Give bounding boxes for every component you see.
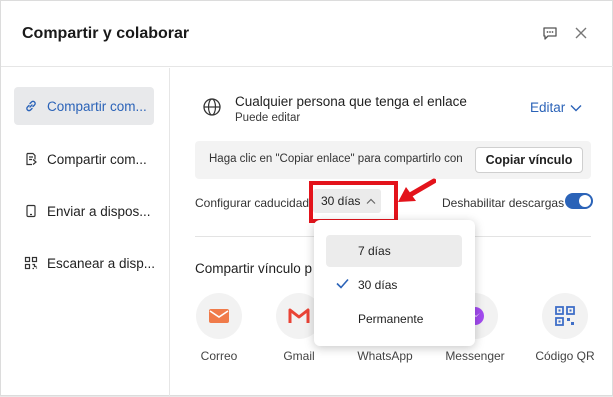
share-qr-button[interactable]: Código QR — [525, 293, 605, 363]
checkmark-icon — [336, 278, 349, 292]
expiry-label: Configurar caducidad — [195, 196, 310, 210]
expiry-option-label: 7 días — [358, 244, 391, 258]
feedback-icon[interactable] — [540, 23, 560, 43]
link-icon — [24, 99, 38, 113]
qr-scan-icon — [24, 256, 38, 270]
dialog-header: Compartir y colaborar — [1, 1, 613, 67]
copy-link-button[interactable]: Copiar vínculo — [475, 147, 583, 173]
toggle-knob — [579, 195, 591, 207]
expiry-option-7-days[interactable]: 7 días — [326, 235, 462, 267]
copy-link-box: Haga clic en "Copiar enlace" para compar… — [195, 141, 591, 179]
expiry-option-permanent[interactable]: Permanente — [326, 303, 462, 335]
chevron-down-icon — [570, 104, 582, 112]
sidebar-item-label: Escanear a disp... — [47, 255, 154, 271]
share-messenger-label: Messenger — [445, 349, 505, 363]
sidebar-item-label: Compartir com... — [47, 98, 147, 114]
share-qr-label: Código QR — [535, 349, 595, 363]
share-mail-button[interactable]: Correo — [179, 293, 259, 363]
share-document-icon — [24, 152, 38, 166]
edit-permission-dropdown[interactable]: Editar — [530, 100, 582, 115]
disable-downloads-toggle[interactable] — [565, 193, 593, 209]
share-dialog: Compartir y colaborar Compartir com... C… — [0, 0, 613, 397]
close-icon[interactable] — [571, 23, 591, 43]
sidebar: Compartir com... Compartir com... Enviar… — [1, 68, 170, 397]
sidebar-item-share-link[interactable]: Compartir com... — [14, 87, 154, 125]
share-via-title: Compartir vínculo p — [195, 261, 313, 276]
globe-icon — [201, 96, 223, 118]
disable-downloads-label: Deshabilitar descargas — [442, 196, 565, 210]
copy-link-hint: Haga clic en "Copiar enlace" para compar… — [209, 153, 463, 165]
expiry-option-label: Permanente — [358, 312, 424, 326]
sidebar-item-send-device[interactable]: Enviar a dispos... — [14, 192, 154, 230]
share-whatsapp-label: WhatsApp — [357, 349, 413, 363]
qr-code-icon — [542, 293, 588, 339]
permission-label: Puede editar — [235, 112, 301, 124]
dialog-title: Compartir y colaborar — [22, 25, 190, 42]
access-scope-label: Cualquier persona que tenga el enlace — [235, 94, 467, 109]
annotation-arrow-icon — [398, 178, 436, 202]
device-icon — [24, 204, 38, 218]
mail-icon — [196, 293, 242, 339]
share-mail-label: Correo — [200, 349, 238, 363]
expiry-dropdown-menu: 7 días 30 días Permanente — [314, 220, 475, 346]
edit-label: Editar — [530, 100, 566, 115]
sidebar-item-share-document[interactable]: Compartir com... — [14, 140, 154, 178]
sidebar-item-label: Enviar a dispos... — [47, 203, 151, 219]
sidebar-item-scan-device[interactable]: Escanear a disp... — [14, 244, 154, 282]
sidebar-item-label: Compartir com... — [47, 151, 147, 167]
annotation-highlight-box — [309, 181, 398, 223]
expiry-option-label: 30 días — [358, 278, 398, 292]
expiry-option-30-days[interactable]: 30 días — [326, 269, 462, 301]
share-gmail-label: Gmail — [283, 349, 315, 363]
